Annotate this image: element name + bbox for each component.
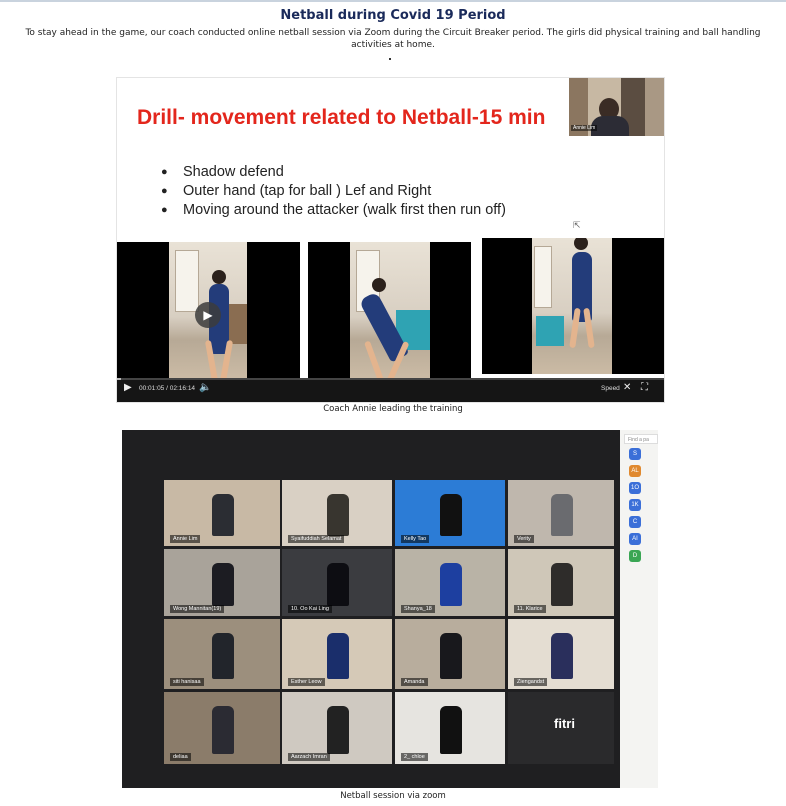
participant-name: Shanya_18 [401,605,435,613]
participant-figure [327,494,349,536]
participant-tile[interactable]: Syaifuddiah Selamat [282,480,392,546]
participant-tile[interactable]: 10. Oo Kai Ling [282,549,392,616]
video-controls: ▶ 00:01:05 / 02:16:14 🔈 Speed ✕ ⛶ [117,378,664,402]
participant-search-input[interactable]: Find a pa [624,434,658,444]
participant-figure [327,563,349,606]
speed-button[interactable]: Speed [601,385,620,392]
participant-figure [551,563,573,606]
participant-figure [440,494,462,536]
presenter-name: Annie Lim [571,125,598,131]
drill-list: Shadow defend Outer hand (tap for ball )… [161,163,506,220]
time-display: 00:01:05 / 02:16:14 [139,385,195,392]
mouse-cursor-icon: ⇱ [573,220,581,230]
participant-figure [212,633,234,679]
participant-tile[interactable]: Kelly Tao [395,480,505,546]
play-icon[interactable]: ▶ [124,382,132,393]
participant-name: Verity [514,535,534,543]
video-frame-2 [308,242,471,378]
participant-tile[interactable]: Amanda [395,619,505,689]
participant-tile[interactable]: deliaa [164,692,280,764]
participant-tile[interactable]: Shanya_18 [395,549,505,616]
participant-avatar[interactable]: S [629,448,641,460]
duration: 02:16:14 [169,385,196,392]
zoom-participants-panel: Find a pa S AL 1O 1K C AI D [620,430,658,788]
volume-icon[interactable]: 🔈 [199,382,211,393]
participant-figure [212,563,234,606]
participant-name: Syaifuddiah Selamat [288,535,345,543]
participant-tile[interactable]: 11. Klarice [508,549,614,616]
participant-figure [327,633,349,679]
participant-tile[interactable]: Aarzach Imran [282,692,392,764]
caption-coach: Coach Annie leading the training [323,404,463,414]
participant-figure [551,494,573,536]
fullscreen-icon[interactable]: ⛶ [641,382,648,393]
participant-name: Aarzach Imran [288,753,330,761]
participant-name: siti hanisaa [170,678,204,686]
participant-tile[interactable]: fitri [508,692,614,764]
participant-figure [440,706,462,754]
seek-bar[interactable] [117,378,664,380]
participant-tile[interactable]: Annie Lim [164,480,280,546]
participant-name-placeholder: fitri [554,716,575,731]
participant-name: Esther Leow [288,678,325,686]
participant-tile[interactable]: Esther Leow [282,619,392,689]
participant-tile[interactable]: Ziengandst [508,619,614,689]
video-frame-1: ▶ [117,242,300,378]
participant-avatar[interactable]: 1K [629,499,641,511]
participant-tile[interactable]: Verity [508,480,614,546]
play-overlay-icon[interactable]: ▶ [195,302,221,328]
participant-avatar[interactable]: D [629,550,641,562]
participant-figure [440,633,462,679]
participant-tile[interactable]: 2_ chloe [395,692,505,764]
video-frame-3 [482,238,664,374]
participant-name: 11. Klarice [514,605,546,613]
seek-progress [117,378,122,380]
caption-zoom: Netball session via zoom [340,791,446,801]
training-slide-image: Drill- movement related to Netball-15 mi… [116,77,665,403]
participant-name: Ziengandst [514,678,548,686]
participant-figure [327,706,349,754]
participant-tile[interactable]: Wong Mannitan(19) [164,549,280,616]
participant-name: Amanda [401,678,428,686]
participant-figure [440,563,462,606]
participant-avatar[interactable]: AL [629,465,641,477]
participant-figure [551,633,573,679]
current-time: 00:01:05 [139,385,165,392]
participant-avatar[interactable]: AI [629,533,641,545]
participant-avatar[interactable]: C [629,516,641,528]
intro-text: To stay ahead in the game, our coach con… [25,28,761,50]
time-separator: / [166,385,168,392]
fullscreen-exit-icon[interactable]: ✕ [623,382,631,393]
participant-name: deliaa [170,753,191,761]
drill-item: Moving around the attacker (walk first t… [161,201,506,220]
slide-title: Drill- movement related to Netball-15 mi… [137,106,546,129]
drill-item: Shadow defend [161,163,506,182]
participant-name: 2_ chloe [401,753,428,761]
participant-avatar[interactable]: 1O [629,482,641,494]
participant-tile[interactable]: siti hanisaa [164,619,280,689]
separator-dot [389,58,391,60]
participant-name: Annie Lim [170,535,201,543]
participant-name: 10. Oo Kai Ling [288,605,332,613]
participant-name: Kelly Tao [401,535,430,543]
page-title: Netball during Covid 19 Period [280,8,506,23]
top-rule [0,0,786,2]
participant-name: Wong Mannitan(19) [170,605,225,613]
participant-figure [212,494,234,536]
drill-item: Outer hand (tap for ball ) Lef and Right [161,182,506,201]
presenter-thumbnail: Annie Lim [569,78,664,136]
participant-figure [212,706,234,754]
